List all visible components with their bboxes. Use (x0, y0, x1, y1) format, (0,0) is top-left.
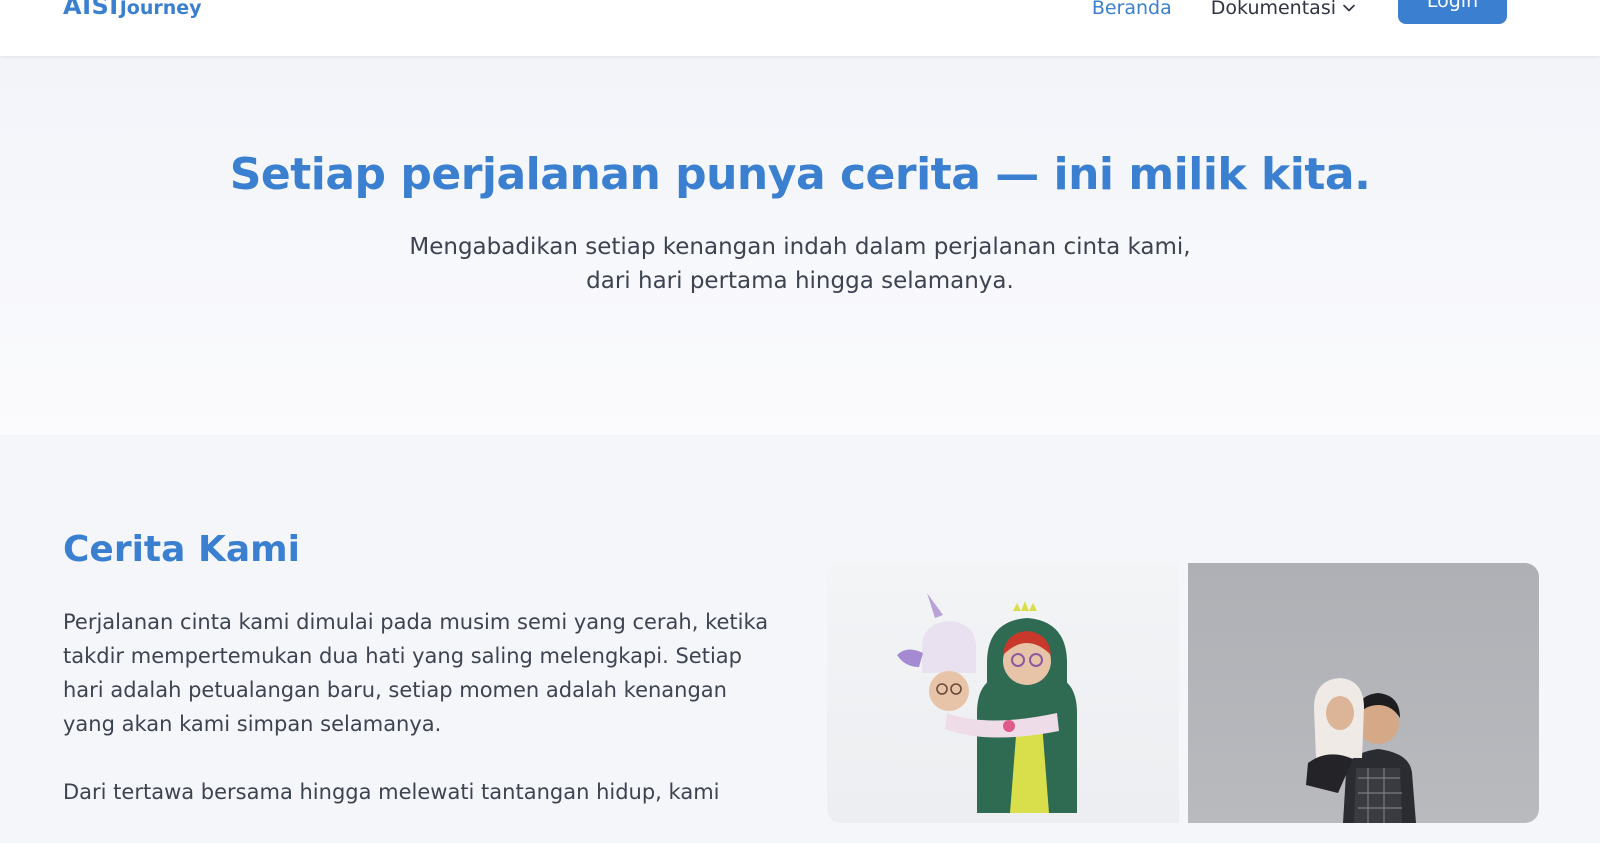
nav-dropdown-dokumentasi[interactable]: Dokumentasi (1211, 0, 1356, 19)
login-button[interactable]: Login (1398, 0, 1507, 24)
hero-title: Setiap perjalanan punya cerita — ini mil… (229, 149, 1371, 200)
brand-logo[interactable]: AISI Journey (63, 0, 202, 20)
nav-menu: Beranda Dokumentasi Login (1092, 0, 1507, 24)
navbar: AISI Journey Beranda Dokumentasi Login (0, 0, 1600, 56)
photo-gallery (827, 563, 1539, 823)
couple-photo-1-illustration (897, 593, 1077, 813)
couple-photo-2-illustration (1305, 678, 1416, 823)
couple-photo-2[interactable] (1187, 563, 1539, 823)
story-text: Perjalanan cinta kami dimulai pada musim… (63, 605, 783, 843)
brand-sub-text: Journey (119, 0, 202, 19)
brand-main-text: AISI (63, 0, 119, 20)
nav-dropdown-label: Dokumentasi (1210, 0, 1336, 19)
story-section: Cerita Kami Perjalanan cinta kami dimula… (0, 435, 1600, 823)
story-paragraph-2: Dari tertawa bersama hingga melewati tan… (63, 780, 720, 804)
hero-section: Setiap perjalanan punya cerita — ini mil… (0, 56, 1600, 435)
hero-subtitle: Mengabadikan setiap kenangan indah dalam… (409, 234, 1191, 294)
chevron-down-icon (1343, 4, 1355, 12)
story-paragraph-1: Perjalanan cinta kami dimulai pada musim… (63, 610, 769, 736)
couple-photo-1[interactable] (827, 563, 1179, 823)
story-title: Cerita Kami (63, 529, 301, 570)
nav-link-beranda[interactable]: Beranda (1092, 0, 1172, 19)
